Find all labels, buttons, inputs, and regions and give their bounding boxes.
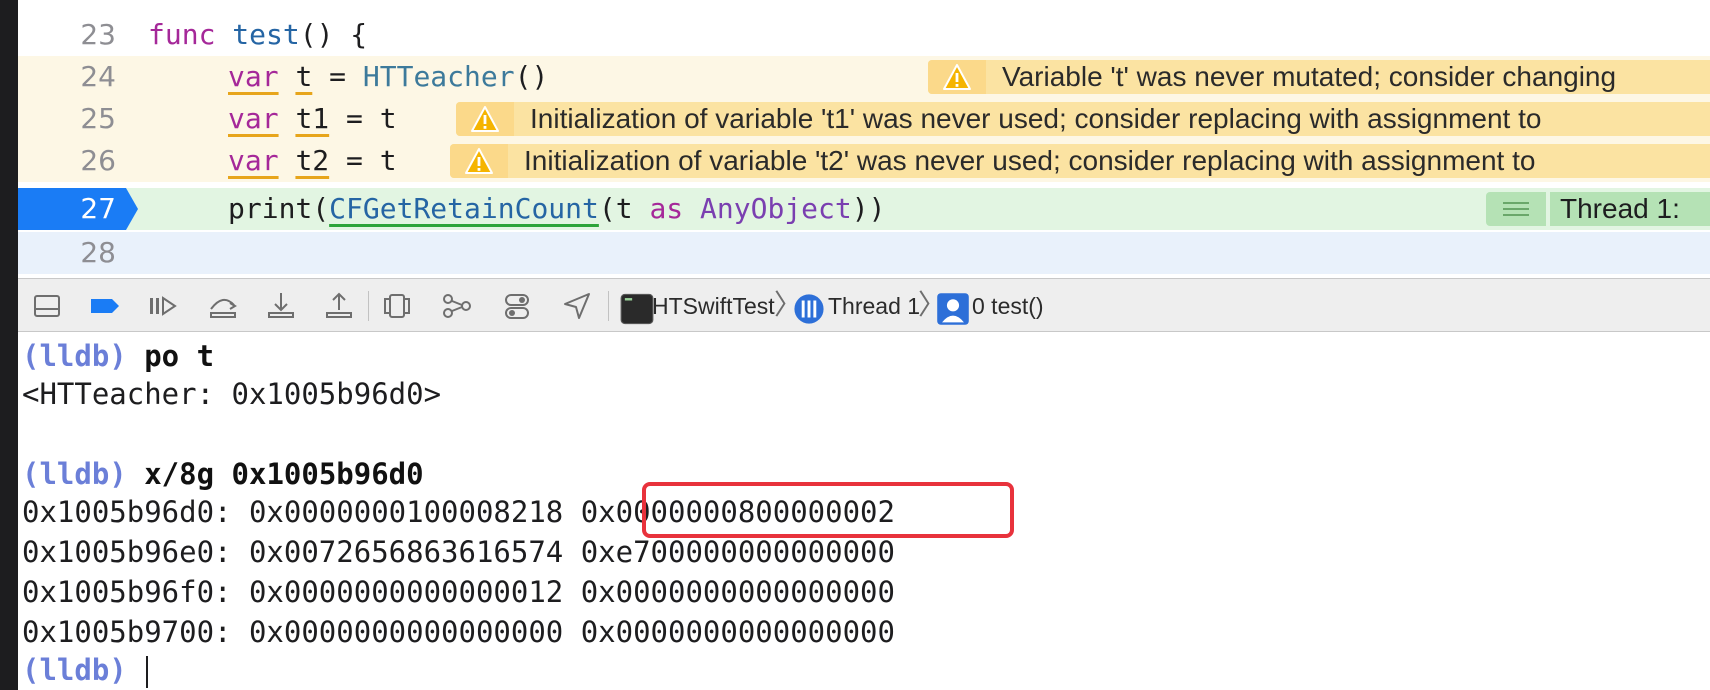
variable-name: t — [295, 60, 313, 93]
code-rest: = t — [329, 144, 397, 177]
program-counter-marker[interactable]: 27 — [18, 188, 138, 230]
function-name: print — [228, 192, 313, 225]
memory-graph-icon[interactable] — [440, 289, 474, 323]
warning-banner[interactable]: Initialization of variable 't1' was neve… — [456, 102, 1710, 136]
console-input-line[interactable]: (lldb) — [22, 650, 149, 690]
console-command: po t — [126, 339, 215, 373]
code-rest: () { — [299, 18, 368, 51]
user-frame-icon — [936, 292, 969, 325]
variable-name: t1 — [295, 102, 330, 135]
keyword: var — [228, 102, 279, 135]
memory-row: 0x1005b96e0: 0x0072656863616574 0xe70000… — [22, 535, 895, 569]
lldb-prompt: (lldb) — [22, 653, 127, 687]
code-arg: (t — [598, 192, 650, 225]
view-hierarchy-icon[interactable] — [380, 289, 414, 323]
warning-icon — [456, 102, 514, 136]
step-into-icon[interactable] — [264, 289, 298, 323]
code-line-24[interactable]: 24 var t = HTTeacher() Variable 't' was … — [18, 56, 1710, 98]
thread-label: Thread 1: — [1550, 192, 1710, 226]
console-line: (lldb) po t — [22, 336, 214, 376]
keyword: var — [228, 144, 279, 177]
text-caret — [146, 656, 149, 688]
code-eq: = — [312, 60, 363, 93]
function-name: test — [232, 18, 300, 51]
code-text: func test() { — [148, 14, 367, 56]
line-number: 24 — [80, 60, 116, 93]
memory-row: 0x1005b96f0: 0x0000000000000012 0x000000… — [22, 575, 895, 609]
code-text: print(CFGetRetainCount(t as AnyObject)) — [228, 188, 885, 230]
type-name: AnyObject — [700, 192, 852, 225]
breadcrumb-frame[interactable]: 0 test() — [972, 279, 1044, 333]
warning-icon — [450, 144, 508, 178]
warning-message: Initialization of variable 't2' was neve… — [524, 145, 1536, 176]
lldb-prompt: (lldb) — [22, 339, 127, 373]
memory-row: 0x1005b9700: 0x0000000000000000 0x000000… — [22, 615, 895, 649]
refcount-highlight-box — [642, 482, 1014, 538]
console-line: (lldb) x/8g 0x1005b96d0 — [22, 454, 424, 494]
lldb-prompt: (lldb) — [22, 457, 127, 491]
code-text: var t1 = t — [228, 98, 397, 140]
line-number: 28 — [80, 236, 116, 269]
toolbar-separator — [608, 291, 609, 321]
debug-bar: HTSwiftTest 〉 Thread 1 〉 0 test() — [18, 278, 1710, 332]
thread-banner[interactable]: Thread 1: — [1486, 192, 1710, 226]
warning-banner[interactable]: Initialization of variable 't2' was neve… — [450, 144, 1710, 178]
line-number: 26 — [80, 144, 116, 177]
breadcrumb-process[interactable]: HTSwiftTest — [652, 279, 775, 333]
code-line-26[interactable]: 26 var t2 = t Initialization of variable… — [18, 140, 1710, 182]
code-rest: () — [514, 60, 549, 93]
console-output: <HTTeacher: 0x1005b96d0> — [22, 377, 442, 411]
console-command: x/8g 0x1005b96d0 — [126, 457, 424, 491]
step-out-icon[interactable] — [322, 289, 356, 323]
step-over-icon[interactable] — [206, 289, 240, 323]
function-call: CFGetRetainCount — [329, 192, 599, 225]
code-rest: = t — [329, 102, 397, 135]
toolbar-separator — [368, 291, 369, 321]
keyword: as — [649, 192, 684, 225]
line-number: 23 — [80, 18, 116, 51]
breadcrumb-thread[interactable]: Thread 1 — [828, 279, 920, 333]
simulate-location-icon[interactable] — [560, 289, 594, 323]
console-input[interactable] — [127, 653, 144, 687]
breakpoints-icon[interactable] — [88, 289, 122, 323]
terminal-app-icon — [620, 292, 654, 325]
warning-banner[interactable]: Variable 't' was never mutated; consider… — [928, 60, 1710, 94]
code-line-28[interactable]: 28 — [18, 232, 1710, 274]
code-paren: )) — [851, 192, 886, 225]
source-editor[interactable]: 23 func test() { 24 var t = HTTeacher() … — [18, 0, 1710, 278]
line-number: 27 — [80, 192, 116, 225]
code-line-27[interactable]: 27 print(CFGetRetainCount(t as AnyObject… — [18, 188, 1710, 230]
lldb-console[interactable]: (lldb) po t <HTTeacher: 0x1005b96d0> (ll… — [18, 332, 1710, 690]
type-name: HTTeacher — [362, 60, 515, 93]
keyword: func — [148, 18, 216, 51]
keyword: var — [228, 60, 279, 93]
thread-icon — [792, 292, 824, 324]
warning-message: Initialization of variable 't1' was neve… — [530, 103, 1542, 134]
warning-message: Variable 't' was never mutated; consider… — [1002, 61, 1617, 92]
warning-icon — [928, 60, 986, 94]
continue-icon[interactable] — [146, 289, 180, 323]
menu-lines-icon — [1486, 192, 1546, 226]
code-line-25[interactable]: 25 var t1 = t Initialization of variable… — [18, 98, 1710, 140]
code-paren: ( — [312, 192, 330, 225]
line-number: 25 — [80, 102, 116, 135]
environment-overrides-icon[interactable] — [500, 289, 534, 323]
code-text: var t = HTTeacher() — [228, 56, 548, 98]
code-line-23[interactable]: 23 func test() { — [18, 14, 1710, 56]
hide-debug-area-icon[interactable] — [30, 289, 64, 323]
variable-name: t2 — [295, 144, 330, 177]
window-edge — [0, 0, 18, 690]
code-text: var t2 = t — [228, 140, 397, 182]
